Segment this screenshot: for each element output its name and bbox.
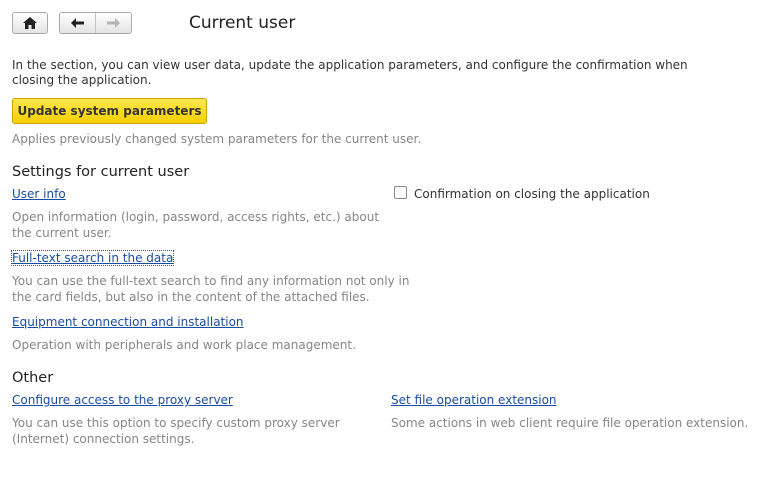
- section-description: In the section, you can view user data, …: [12, 58, 688, 87]
- forward-button[interactable]: [96, 13, 131, 33]
- confirmation-checkbox[interactable]: [394, 186, 407, 199]
- update-note: Applies previously changed system parame…: [12, 132, 422, 146]
- settings-heading: Settings for current user: [12, 164, 190, 180]
- arrow-right-icon: [107, 18, 120, 28]
- equipment-description: Operation with peripherals and work plac…: [12, 338, 356, 352]
- fulltext-search-link[interactable]: Full-text search in the data: [10, 250, 175, 266]
- home-button[interactable]: [12, 12, 48, 34]
- user-info-link[interactable]: User info: [12, 187, 66, 201]
- arrow-left-icon: [71, 18, 84, 28]
- user-info-description: Open information (login, password, acces…: [12, 210, 380, 240]
- equipment-link[interactable]: Equipment connection and installation: [12, 315, 244, 329]
- file-extension-description: Some actions in web client require file …: [391, 416, 749, 430]
- home-icon: [23, 17, 37, 29]
- history-buttons: [59, 12, 132, 34]
- confirmation-label[interactable]: Confirmation on closing the application: [414, 187, 650, 201]
- back-button[interactable]: [60, 13, 96, 33]
- page-title: Current user: [189, 13, 296, 33]
- fulltext-search-description: You can use the full-text search to find…: [12, 274, 410, 304]
- proxy-description: You can use this option to specify custo…: [12, 416, 340, 446]
- file-extension-link[interactable]: Set file operation extension: [391, 393, 557, 407]
- update-system-parameters-button[interactable]: Update system parameters: [12, 98, 207, 124]
- proxy-link[interactable]: Configure access to the proxy server: [12, 393, 233, 407]
- other-heading: Other: [12, 370, 54, 386]
